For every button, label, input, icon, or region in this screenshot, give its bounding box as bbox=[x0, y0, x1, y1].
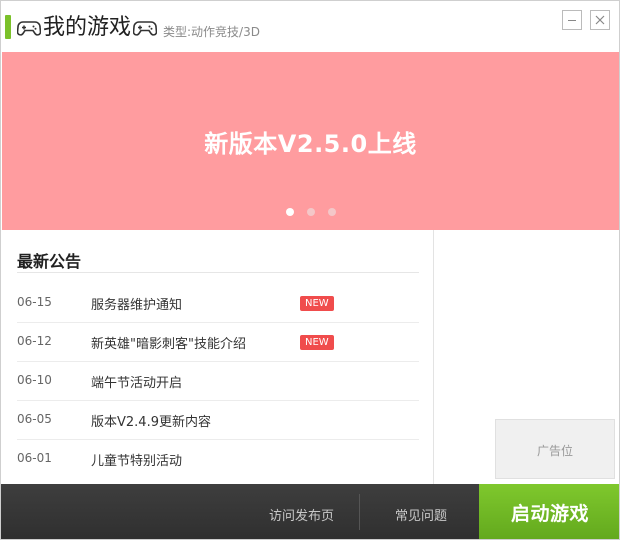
announcement-list: 06-15 服务器维护通知 NEW 06-12 新英雄"暗影刺客"技能介绍 NE… bbox=[17, 284, 419, 479]
footer-divider bbox=[359, 494, 360, 530]
faq-link[interactable]: 常见问题 bbox=[395, 505, 447, 524]
notice-link[interactable]: 新英雄"暗影刺客"技能介绍 bbox=[91, 333, 246, 352]
gamepad-icon bbox=[133, 19, 158, 37]
new-badge: NEW bbox=[300, 296, 334, 311]
notice-date: 06-10 bbox=[17, 373, 52, 387]
list-item[interactable]: 06-05 版本V2.4.9更新内容 bbox=[17, 401, 419, 440]
notice-date: 06-01 bbox=[17, 451, 52, 465]
list-item[interactable]: 06-12 新英雄"暗影刺客"技能介绍 NEW bbox=[17, 323, 419, 362]
list-item[interactable]: 06-15 服务器维护通知 NEW bbox=[17, 284, 419, 323]
announcement-divider bbox=[17, 272, 419, 273]
gamepad-icon bbox=[17, 19, 41, 37]
notice-date: 06-12 bbox=[17, 334, 52, 348]
start-game-button[interactable]: 启动游戏 bbox=[479, 484, 619, 539]
launcher-window: 我的游戏 类型:动作竞技/3D 新版本V2.5.0上线 最新公告 06-15 服… bbox=[0, 0, 620, 540]
announcement-panel: 最新公告 06-15 服务器维护通知 NEW 06-12 新英雄"暗影刺客"技能… bbox=[2, 230, 434, 484]
notice-link[interactable]: 儿童节特别活动 bbox=[91, 450, 182, 469]
banner-dot-1[interactable] bbox=[286, 208, 294, 216]
ad-label: 广告位 bbox=[536, 444, 573, 458]
game-category: 类型:动作竞技/3D bbox=[163, 24, 260, 39]
banner-pagination bbox=[286, 208, 336, 216]
close-button[interactable] bbox=[590, 10, 610, 30]
new-badge: NEW bbox=[300, 335, 334, 350]
news-banner[interactable]: 新版本V2.5.0上线 bbox=[2, 52, 619, 230]
notice-link[interactable]: 版本V2.4.9更新内容 bbox=[91, 411, 211, 430]
announcement-title: 最新公告 bbox=[17, 252, 82, 271]
window-title: 我的游戏 bbox=[43, 15, 132, 40]
release-page-link[interactable]: 访问发布页 bbox=[269, 505, 334, 524]
notice-date: 06-05 bbox=[17, 412, 52, 426]
banner-dot-3[interactable] bbox=[328, 208, 336, 216]
minimize-button[interactable] bbox=[562, 10, 582, 30]
notice-link[interactable]: 端午节活动开启 bbox=[91, 372, 182, 391]
ad-slot[interactable]: 广告位 bbox=[495, 419, 615, 479]
footer-bar: 访问发布页 常见问题 启动游戏 bbox=[1, 484, 619, 539]
notice-date: 06-15 bbox=[17, 295, 52, 309]
banner-title: 新版本V2.5.0上线 bbox=[204, 130, 417, 158]
title-bar[interactable]: 我的游戏 类型:动作竞技/3D bbox=[1, 1, 619, 51]
list-item[interactable]: 06-01 儿童节特别活动 bbox=[17, 440, 419, 479]
title-group: 我的游戏 类型:动作竞技/3D bbox=[17, 13, 260, 43]
list-item[interactable]: 06-10 端午节活动开启 bbox=[17, 362, 419, 401]
close-icon bbox=[595, 15, 605, 25]
title-accent-bar bbox=[5, 15, 11, 39]
notice-link[interactable]: 服务器维护通知 bbox=[91, 294, 182, 313]
banner-dot-2[interactable] bbox=[307, 208, 315, 216]
